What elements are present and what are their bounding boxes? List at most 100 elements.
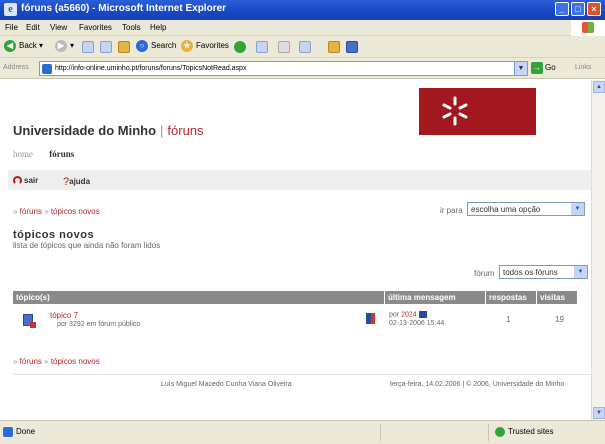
hot-topic-icon <box>366 313 375 324</box>
nav-home-link[interactable]: home <box>13 149 33 159</box>
links-button[interactable]: Links <box>575 64 591 71</box>
menu-favorites[interactable]: Favorites <box>79 23 112 32</box>
minimize-button[interactable]: _ <box>555 2 569 16</box>
go-to-last-post-icon[interactable] <box>418 311 427 318</box>
goto-select[interactable]: escolha uma opção ▼ <box>467 202 585 216</box>
col-topicos: tópico(s) <box>13 291 385 304</box>
site-title: Universidade do Minho | fóruns <box>13 123 204 138</box>
logout-icon <box>13 176 22 186</box>
help-label: ajuda <box>69 177 91 187</box>
address-input[interactable]: http://info-online.uminho.pt/foruns/foru… <box>39 61 528 76</box>
breadcrumb-current[interactable]: tópicos novos <box>51 207 100 216</box>
last-message-date: 02-13-2006 15:44 <box>389 320 445 327</box>
breadcrumb-foruns-link[interactable]: fóruns <box>20 357 42 366</box>
topic-link[interactable]: tópico 7 <box>50 311 78 320</box>
search-button[interactable]: ○ Search <box>136 40 176 52</box>
site-name: Universidade do Minho <box>13 123 157 138</box>
print-icon[interactable] <box>299 41 311 53</box>
scroll-up-icon[interactable]: ▲ <box>593 81 605 93</box>
favorites-label: Favorites <box>196 41 229 51</box>
forum-filter-label: fórum <box>474 269 495 278</box>
goto-label: ir para <box>440 206 463 215</box>
address-url: http://info-online.uminho.pt/foruns/foru… <box>55 65 247 72</box>
back-label: Back <box>19 41 37 51</box>
media-icon[interactable] <box>234 41 246 53</box>
address-bar: Address http://info-online.uminho.pt/for… <box>0 58 605 79</box>
goto-select-value: escolha uma opção <box>471 205 541 214</box>
window-titlebar: e fóruns (a5660) - Microsoft Internet Ex… <box>0 0 605 20</box>
replies-count: 1 <box>506 315 511 324</box>
mail-icon[interactable] <box>278 41 290 53</box>
search-icon: ○ <box>136 40 148 52</box>
trusted-sites-icon <box>495 427 505 437</box>
close-button[interactable]: × <box>587 2 601 16</box>
last-message-prefix: por <box>389 311 400 319</box>
go-label: Go <box>545 63 556 72</box>
help-button[interactable]: ?ajuda <box>63 176 90 188</box>
address-label: Address <box>3 64 29 71</box>
status-done: Done <box>3 427 35 437</box>
history-icon[interactable] <box>256 41 268 53</box>
status-divider <box>488 424 489 441</box>
forward-button[interactable]: ▶ ▾ <box>55 40 74 52</box>
title-separator: | <box>160 123 164 138</box>
status-zone: Trusted sites <box>495 427 554 437</box>
table-row: tópico 7 por 3292 em fórum público por 2… <box>13 304 577 336</box>
breadcrumb-foruns-link[interactable]: fóruns <box>20 207 42 216</box>
maximize-button[interactable]: □ <box>571 2 585 16</box>
menu-bar: File Edit View Favorites Tools Help <box>0 20 605 36</box>
folder-icon[interactable] <box>328 41 340 53</box>
breadcrumb-bottom: » fóruns » tópicos novos <box>13 357 100 366</box>
search-label: Search <box>151 41 177 51</box>
toolbar: ◀ Back ▾ ▶ ▾ ○ Search ★ Favorites <box>0 36 605 58</box>
vertical-scrollbar[interactable]: ▲ ▼ <box>591 80 605 420</box>
refresh-icon[interactable] <box>100 41 112 53</box>
page-icon <box>3 427 13 437</box>
page-content: Universidade do Minho | fóruns home fóruns… <box>0 80 591 420</box>
visits-count: 19 <box>555 315 564 324</box>
scroll-down-icon[interactable]: ▼ <box>593 407 605 419</box>
site-nav: home fóruns <box>13 149 74 159</box>
topics-table-header: tópico(s) última mensagem respostas visi… <box>13 291 577 304</box>
back-button[interactable]: ◀ Back ▾ <box>4 40 43 52</box>
menu-help[interactable]: Help <box>150 23 166 32</box>
footer-author: Luís Miguel Macedo Cunha Viana Oliveira <box>161 381 292 388</box>
last-author-link[interactable]: 2024 <box>401 311 417 318</box>
favorites-button[interactable]: ★ Favorites <box>181 40 229 52</box>
status-bar: Done Trusted sites <box>0 420 605 444</box>
col-visitas: visitas <box>537 291 577 304</box>
new-topic-icon <box>23 314 36 328</box>
messenger-icon[interactable] <box>346 41 358 53</box>
window-title: fóruns (a5660) - Microsoft Internet Expl… <box>21 3 227 14</box>
forum-filter-select[interactable]: todos os fóruns ▼ <box>499 265 588 279</box>
topic-meta: por 3292 em fórum público <box>57 321 141 328</box>
col-ultima-mensagem: última mensagem <box>385 291 486 304</box>
footer-date: terça-feira, 14.02.2006 | © 2006, Univer… <box>390 381 565 388</box>
zone-text: Trusted sites <box>508 427 554 437</box>
breadcrumb-current[interactable]: tópicos novos <box>51 357 100 366</box>
chevron-down-icon: ▼ <box>574 266 587 278</box>
status-divider <box>380 424 381 441</box>
forward-arrow-icon: ▶ <box>55 40 67 52</box>
logout-button[interactable]: sair <box>13 176 39 186</box>
go-arrow-icon: → <box>531 62 543 74</box>
logout-label: sair <box>24 176 39 185</box>
chevron-down-icon: ▼ <box>571 203 584 215</box>
menu-edit[interactable]: Edit <box>26 23 40 32</box>
forum-filter-value: todos os fóruns <box>503 268 558 277</box>
site-section[interactable]: fóruns <box>167 123 203 138</box>
windows-flag-icon <box>582 22 594 33</box>
menu-view[interactable]: View <box>50 23 67 32</box>
menu-tools[interactable]: Tools <box>122 23 141 32</box>
university-logo <box>419 88 536 135</box>
go-button[interactable]: → Go <box>531 62 567 75</box>
address-dropdown-button[interactable]: ▼ <box>514 61 528 76</box>
col-respostas: respostas <box>486 291 537 304</box>
page-title: tópicos novos <box>13 229 95 241</box>
menu-file[interactable]: File <box>5 23 18 32</box>
stop-icon[interactable] <box>82 41 94 53</box>
nav-foruns-link[interactable]: fóruns <box>49 149 74 159</box>
home-icon[interactable] <box>118 41 130 53</box>
star-icon: ★ <box>181 40 193 52</box>
windows-logo <box>571 20 605 36</box>
